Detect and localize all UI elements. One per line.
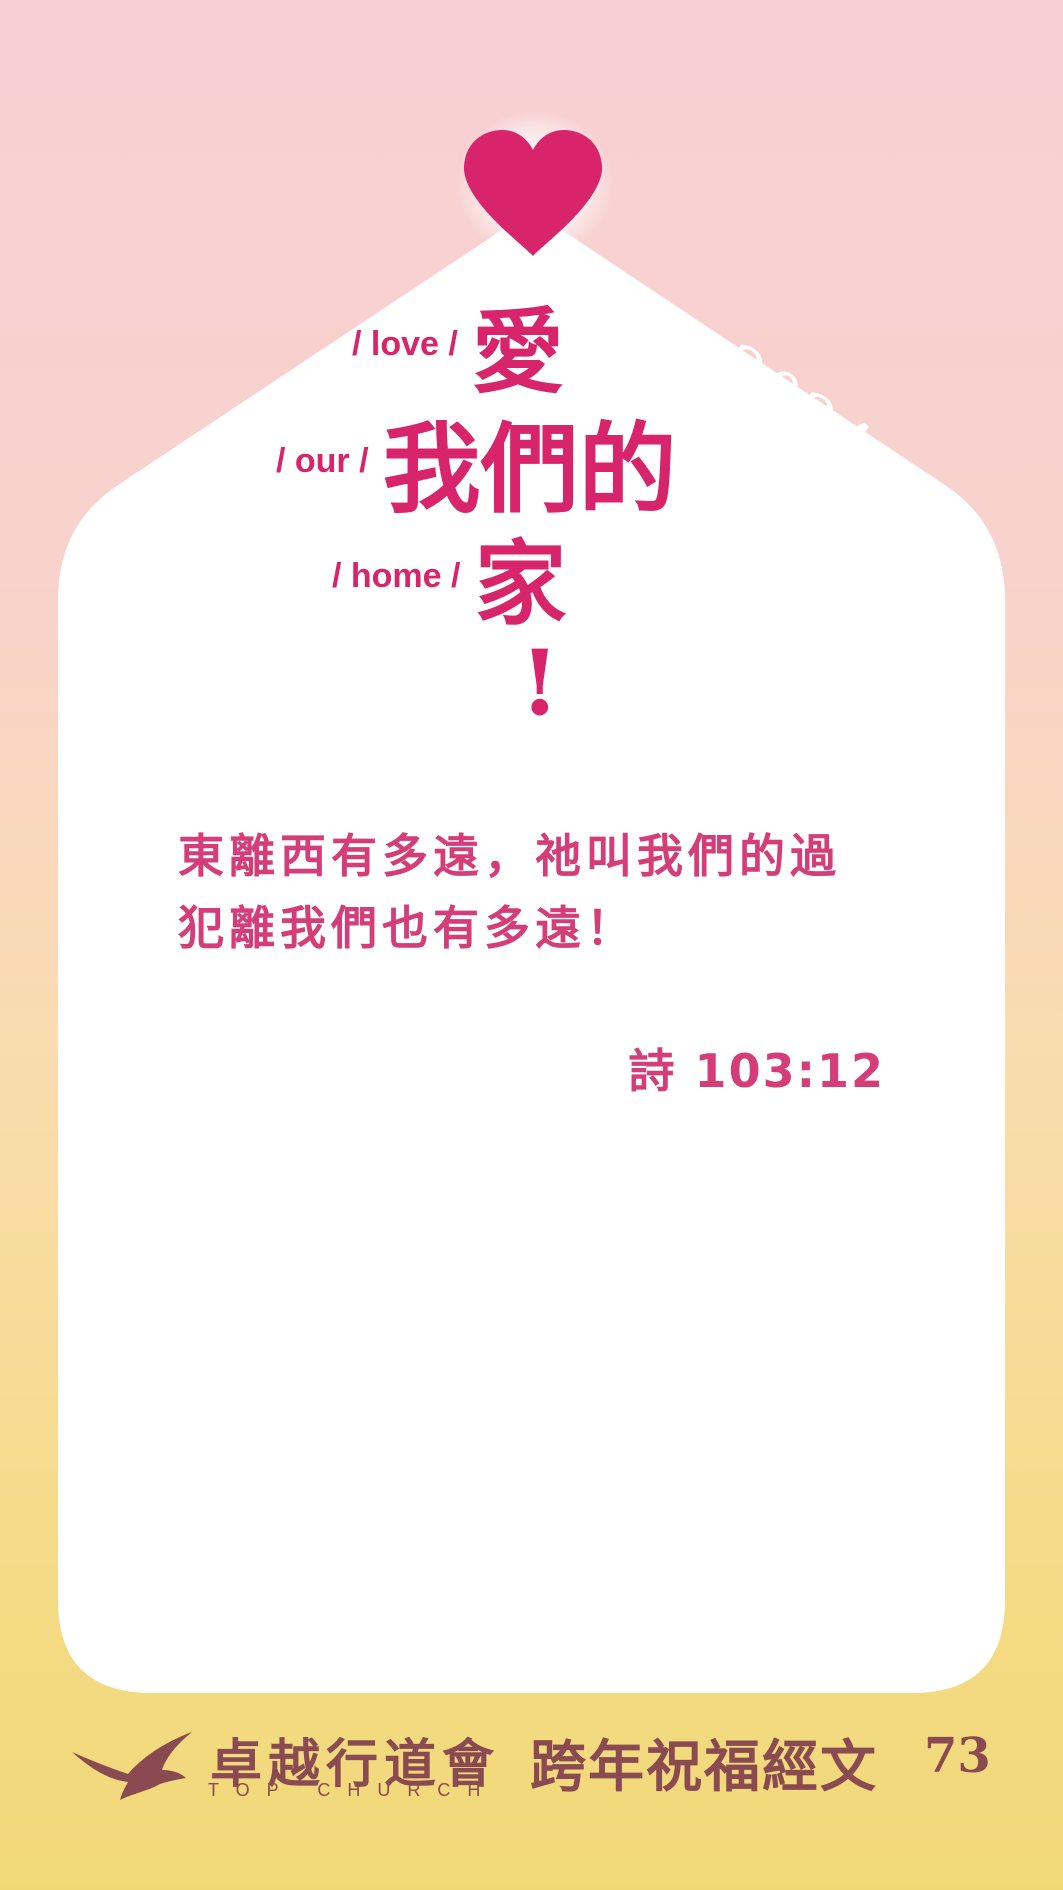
title-exclamation: ! [520,630,560,736]
org-name-en: TOP CHURCH [208,1780,498,1800]
book-title: 跨年祝福經文 [530,1734,878,1800]
footer: 卓越行道會 TOP CHURCH 跨年祝福經文 73 [0,1710,1063,1810]
page-number: 73 [924,1728,991,1784]
title-en-love: / love / [352,325,458,363]
title-en-our: / our / [276,441,369,480]
verse-reference: 詩 103:12 [628,1044,885,1098]
title-row-home: / home / 家 [332,510,566,643]
eagle-logo-icon [72,1732,192,1800]
verse-text: 東離西有多遠，祂叫我們的過 犯離我們也有多遠！ [178,820,898,964]
heart-icon [463,130,603,256]
verse-line-1: 東離西有多遠，祂叫我們的過 [178,829,841,883]
title-zh-home: 家 [474,530,567,638]
verse-line-2: 犯離我們也有多遠！ [178,901,637,955]
title-en-home: / home / [332,557,461,595]
